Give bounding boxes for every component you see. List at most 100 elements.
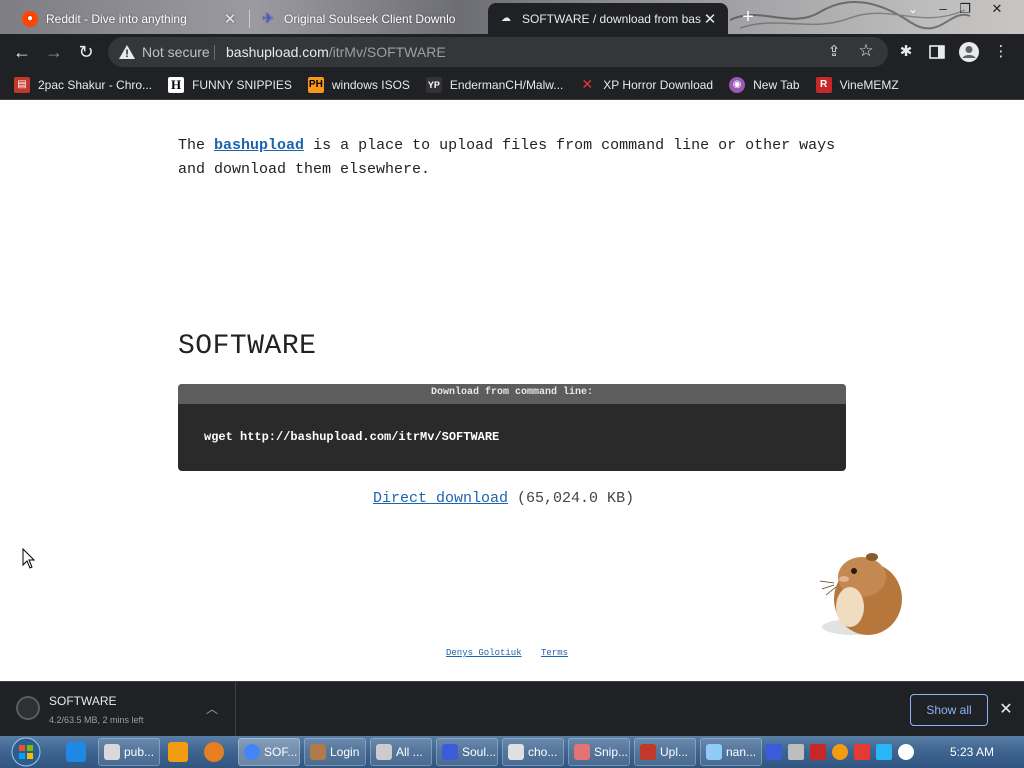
new-tab-button[interactable]: + bbox=[738, 6, 758, 28]
taskbar-item-label: cho... bbox=[528, 745, 558, 759]
taskbar-item-label: nan... bbox=[726, 745, 757, 759]
address-bar[interactable]: Not secure bashupload.com/itrMv/SOFTWARE… bbox=[108, 37, 888, 67]
bookmark-vinememz[interactable]: R VineMEMZ bbox=[815, 76, 899, 93]
url-host: bashupload.com bbox=[226, 44, 329, 60]
direct-download-link[interactable]: Direct download bbox=[373, 490, 508, 507]
taskbar-clock[interactable]: 5:23 AM bbox=[950, 745, 994, 759]
bookmark-2pac[interactable]: ▤ 2pac Shakur - Chro... bbox=[14, 76, 153, 93]
taskbar-item-label: Upl... bbox=[660, 745, 689, 759]
side-panel-icon[interactable] bbox=[926, 41, 948, 63]
taskbar-item-cho[interactable]: cho... bbox=[502, 738, 564, 766]
extensions-puzzle-icon[interactable]: ✱ bbox=[895, 41, 917, 63]
taskbar-item-chrome[interactable]: SOF... bbox=[238, 738, 300, 766]
bookmark-label: 2pac Shakur - Chro... bbox=[38, 77, 153, 92]
bookmark-windows-isos[interactable]: PH windows ISOS bbox=[307, 76, 410, 93]
bookmark-2pac-icon: ▤ bbox=[14, 76, 30, 93]
bookmark-xp-horror[interactable]: ✕ XP Horror Download bbox=[579, 76, 714, 93]
reddit-icon: ● bbox=[22, 10, 38, 27]
bookmark-new-tab[interactable]: ◉ New Tab bbox=[729, 76, 800, 93]
close-tab-icon[interactable]: ✕ bbox=[702, 10, 718, 28]
footer-links: Denys Golotiuk Terms bbox=[446, 648, 582, 658]
taskbar-item-label: pub... bbox=[124, 745, 155, 759]
close-icon[interactable]: ✕ bbox=[996, 700, 1016, 720]
bookmark-star-icon[interactable]: ☆ bbox=[856, 41, 876, 61]
taskbar-item-label: Soul... bbox=[462, 745, 497, 759]
taskbar-item-pub[interactable]: pub... bbox=[98, 738, 160, 766]
warning-icon[interactable] bbox=[118, 43, 136, 61]
globe-icon: ◉ bbox=[729, 76, 746, 93]
internet-explorer-icon[interactable] bbox=[66, 742, 86, 762]
tab-search-icon[interactable]: ⌄ bbox=[898, 0, 928, 22]
windows-taskbar: pub... SOF... Login All ... Soul... cho.… bbox=[0, 736, 1024, 768]
bashupload-link[interactable]: bashupload bbox=[214, 137, 304, 154]
profile-avatar-icon[interactable] bbox=[958, 41, 980, 63]
taskbar-item-nan[interactable]: nan... bbox=[700, 738, 762, 766]
omnibox-divider bbox=[214, 45, 215, 60]
intro-text: The bashupload is a place to upload file… bbox=[178, 134, 848, 182]
footer-author-link[interactable]: Denys Golotiuk bbox=[446, 648, 522, 658]
system-tray bbox=[766, 741, 920, 763]
app-icon bbox=[310, 744, 326, 760]
bookmark-label: FUNNY SNIPPIES bbox=[192, 77, 292, 92]
cloud-icon: ☁ bbox=[501, 13, 511, 24]
chrome-icon bbox=[244, 744, 260, 760]
r-icon: R bbox=[815, 76, 832, 93]
download-progress-text: 4.2/63.5 MB, 2 mins left bbox=[49, 715, 144, 725]
intro-prefix: The bbox=[178, 137, 206, 154]
tray-volume-icon[interactable] bbox=[898, 744, 914, 760]
tray-search-icon[interactable] bbox=[832, 744, 848, 760]
taskbar-item-soulseek[interactable]: Soul... bbox=[436, 738, 498, 766]
tab-bashupload[interactable]: ☁ SOFTWARE / download from bas ✕ bbox=[488, 3, 728, 34]
bookmark-endermanch[interactable]: YP EndermanCH/Malw... bbox=[425, 76, 563, 93]
reload-button[interactable]: ↻ bbox=[74, 40, 98, 64]
forward-button[interactable]: → bbox=[42, 40, 66, 64]
taskbar-item-all[interactable]: All ... bbox=[370, 738, 432, 766]
download-item[interactable]: SOFTWARE 4.2/63.5 MB, 2 mins left ︿ bbox=[0, 682, 236, 737]
back-button[interactable]: ← bbox=[10, 40, 34, 64]
tray-display-icon[interactable] bbox=[876, 744, 892, 760]
media-player-icon[interactable] bbox=[168, 742, 188, 762]
tray-app-icon[interactable] bbox=[788, 744, 804, 760]
app-icon bbox=[376, 744, 392, 760]
file-size: (65,024.0 KB) bbox=[517, 490, 635, 507]
chevron-up-icon[interactable]: ︿ bbox=[204, 700, 220, 716]
taskbar-item-label: SOF... bbox=[264, 745, 298, 759]
notepad-icon bbox=[706, 744, 722, 760]
command-text[interactable]: wget http://bashupload.com/itrMv/SOFTWAR… bbox=[204, 430, 499, 444]
start-orb-icon[interactable] bbox=[6, 736, 46, 768]
taskbar-item-label: Snip... bbox=[594, 745, 629, 759]
tab-title: SOFTWARE / download from bas bbox=[522, 11, 701, 26]
tab-soulseek[interactable]: ✈ Original Soulseek Client Downlo bbox=[250, 3, 486, 34]
taskbar-item-label: Login bbox=[330, 745, 360, 759]
ph-icon: PH bbox=[307, 76, 324, 93]
soulseek-icon bbox=[442, 744, 458, 760]
taskbar-item-label: All ... bbox=[396, 745, 423, 759]
tray-v-icon[interactable] bbox=[810, 744, 826, 760]
bookmark-funny-snippies[interactable]: H FUNNY SNIPPIES bbox=[168, 76, 292, 93]
tray-soulseek-icon[interactable] bbox=[766, 744, 782, 760]
bookmarks-bar: ▤ 2pac Shakur - Chro... H FUNNY SNIPPIES… bbox=[0, 70, 1024, 100]
url-text[interactable]: bashupload.com/itrMv/SOFTWARE bbox=[226, 44, 446, 60]
tab-strip: ● Reddit - Dive into anything ✕ ✈ Origin… bbox=[0, 0, 1024, 34]
paint-icon[interactable] bbox=[204, 742, 224, 762]
tray-flag-icon[interactable] bbox=[854, 744, 870, 760]
share-icon[interactable]: ⇪ bbox=[824, 42, 844, 62]
show-all-button[interactable]: Show all bbox=[910, 694, 988, 726]
taskbar-item-snip[interactable]: Snip... bbox=[568, 738, 630, 766]
app-icon bbox=[640, 744, 656, 760]
footer-terms-link[interactable]: Terms bbox=[541, 648, 568, 658]
security-label[interactable]: Not secure bbox=[142, 44, 210, 60]
tab-reddit[interactable]: ● Reddit - Dive into anything ✕ bbox=[12, 3, 248, 34]
taskbar-item-login[interactable]: Login bbox=[304, 738, 366, 766]
menu-kebab-icon[interactable]: ⋮ bbox=[990, 41, 1012, 63]
download-file-name: SOFTWARE bbox=[49, 694, 117, 708]
app-icon bbox=[104, 744, 120, 760]
taskbar-item-upl[interactable]: Upl... bbox=[634, 738, 696, 766]
restore-button[interactable]: ❐ bbox=[950, 0, 980, 22]
close-window-button[interactable]: ✕ bbox=[982, 0, 1012, 22]
command-box: Download from command line: wget http://… bbox=[178, 384, 846, 471]
bookmark-label: windows ISOS bbox=[331, 77, 410, 92]
direct-download-line: Direct download (65,024.0 KB) bbox=[373, 490, 634, 507]
close-tab-icon[interactable]: ✕ bbox=[222, 10, 238, 28]
bookmark-label: XP Horror Download bbox=[603, 77, 714, 92]
